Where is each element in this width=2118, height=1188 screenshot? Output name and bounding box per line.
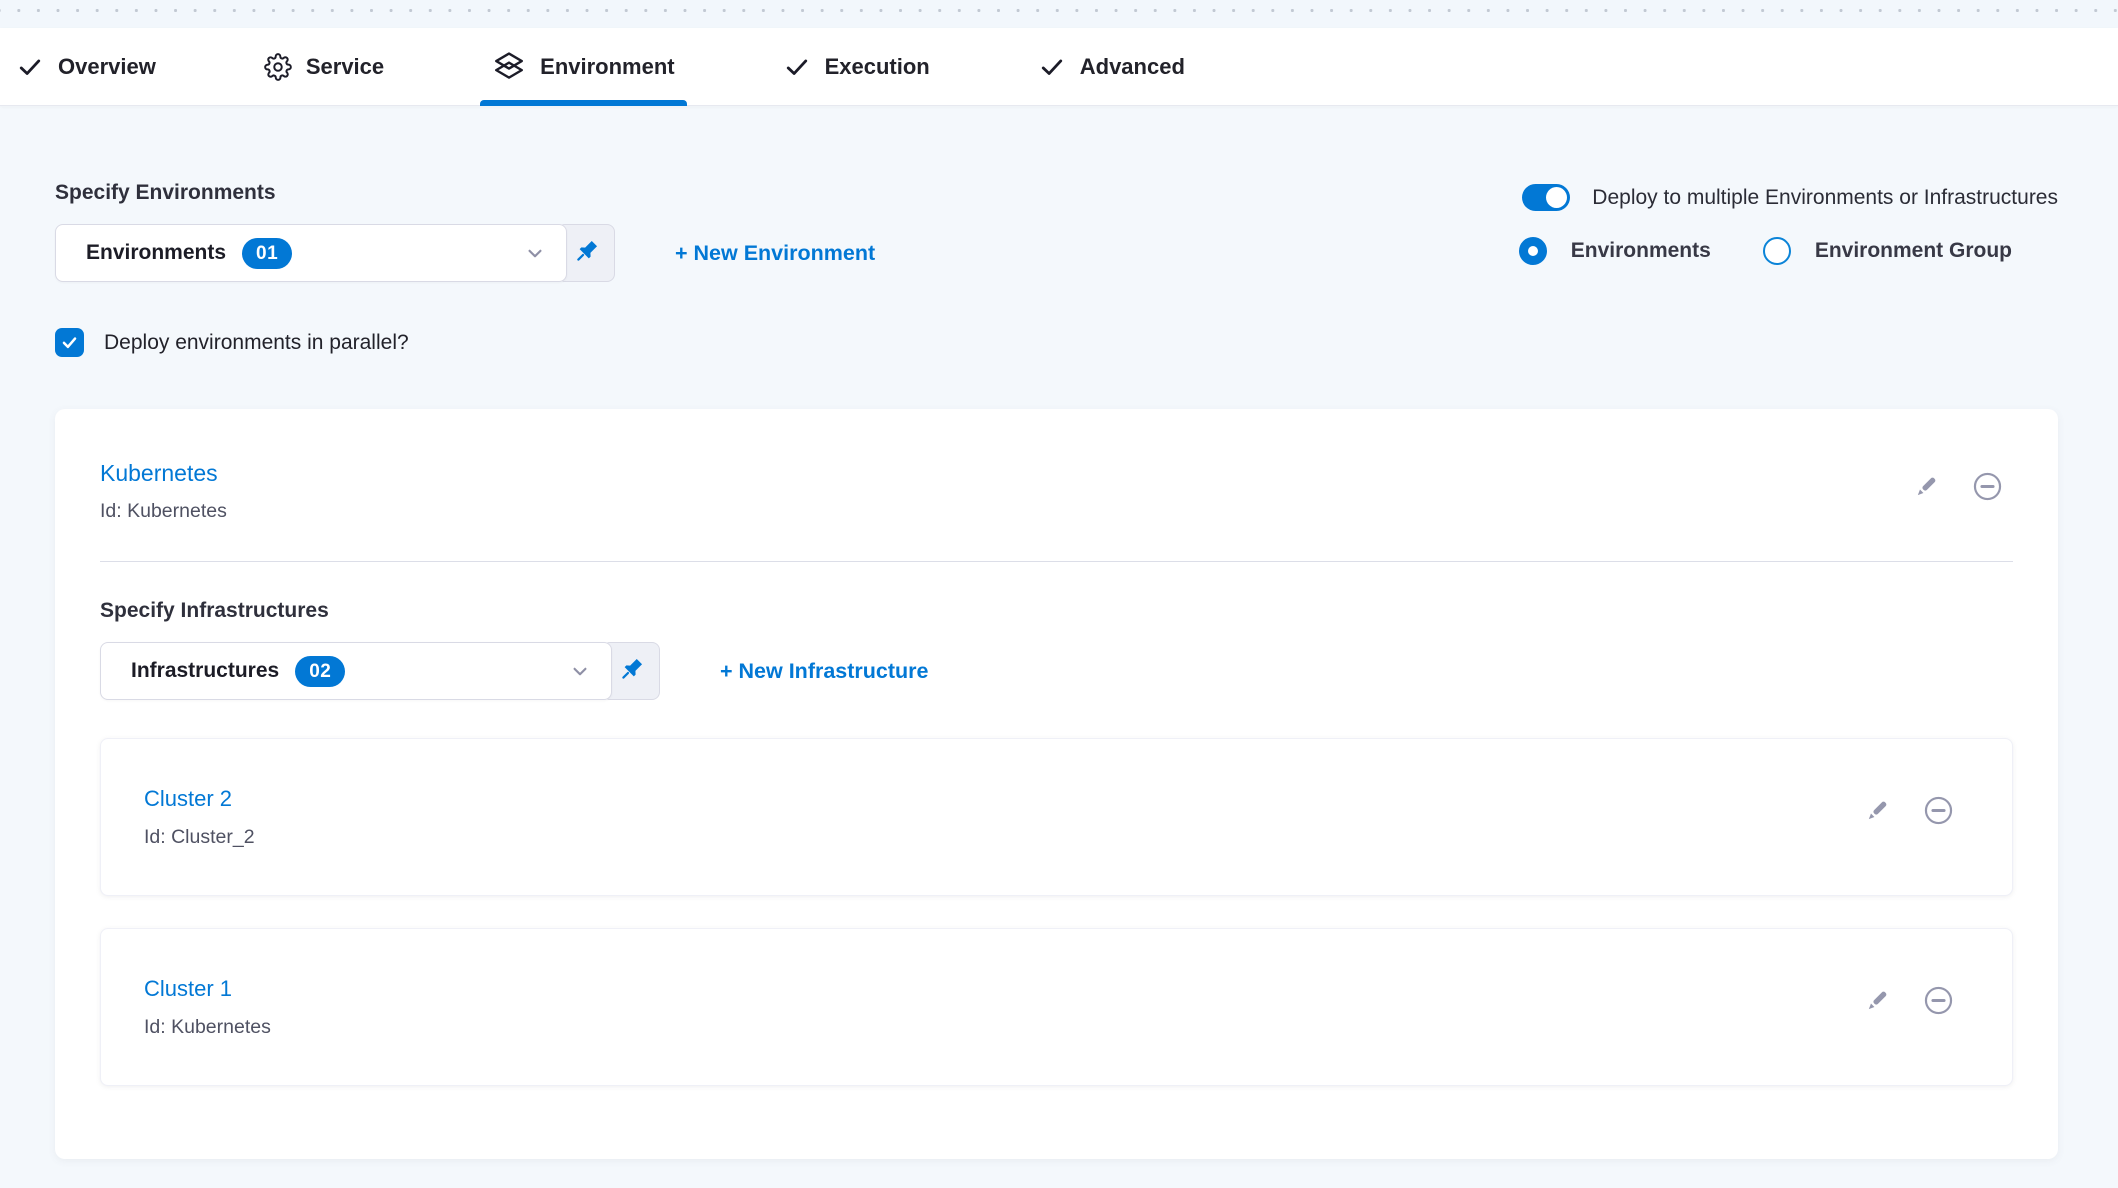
check-icon bbox=[16, 53, 44, 81]
minus-circle-icon bbox=[1921, 793, 1956, 831]
tab-label: Execution bbox=[825, 54, 930, 80]
infrastructures-select-label: Infrastructures bbox=[131, 659, 279, 683]
pencil-icon bbox=[1912, 473, 1940, 504]
specify-environments-block: Specify Environments Environments 01 bbox=[55, 180, 875, 282]
toggle-knob bbox=[1546, 187, 1567, 208]
tab-environment[interactable]: Environment bbox=[482, 28, 684, 105]
tab-execution[interactable]: Execution bbox=[773, 28, 940, 105]
infrastructures-select[interactable]: Infrastructures 02 bbox=[100, 642, 612, 700]
chevron-down-icon bbox=[522, 240, 548, 266]
stage-tab-bar: Overview Service Environment Execution bbox=[0, 28, 2118, 106]
infrastructure-actions bbox=[1863, 983, 1956, 1021]
card-divider bbox=[100, 561, 2013, 562]
environment-header: Kubernetes Id: Kubernetes bbox=[100, 459, 2013, 523]
infrastructure-id: Id: Kubernetes bbox=[144, 1016, 271, 1039]
specify-environments-heading: Specify Environments bbox=[55, 180, 875, 206]
environment-actions bbox=[1912, 469, 2005, 507]
environments-count-badge: 01 bbox=[242, 238, 292, 269]
minus-circle-icon bbox=[1970, 469, 2005, 507]
tab-overview[interactable]: Overview bbox=[6, 28, 166, 105]
check-icon bbox=[783, 53, 811, 81]
minus-circle-icon bbox=[1921, 983, 1956, 1021]
tab-advanced[interactable]: Advanced bbox=[1028, 28, 1195, 105]
environments-select[interactable]: Environments 01 bbox=[55, 224, 567, 282]
infrastructure-card: Cluster 2 Id: Cluster_2 bbox=[100, 738, 2013, 896]
edit-infrastructure-button[interactable] bbox=[1863, 987, 1891, 1018]
infrastructures-count-badge: 02 bbox=[295, 656, 345, 687]
radio-environments-label: Environments bbox=[1571, 239, 1711, 263]
gear-icon bbox=[264, 53, 292, 81]
pin-icon bbox=[571, 237, 601, 270]
environment-identity: Kubernetes Id: Kubernetes bbox=[100, 459, 227, 523]
tab-service[interactable]: Service bbox=[254, 28, 394, 105]
deploy-parallel-checkbox[interactable] bbox=[55, 328, 84, 357]
radio-environments[interactable]: Environments bbox=[1519, 237, 1711, 265]
pin-icon bbox=[616, 655, 646, 688]
pencil-icon bbox=[1863, 987, 1891, 1018]
environment-layers-icon bbox=[492, 50, 526, 84]
infrastructure-id: Id: Cluster_2 bbox=[144, 826, 255, 849]
pipeline-canvas-strip bbox=[0, 0, 2118, 28]
environment-name-link[interactable]: Kubernetes bbox=[100, 459, 227, 487]
radio-environment-group[interactable]: Environment Group bbox=[1763, 237, 2012, 265]
infrastructure-identity: Cluster 1 Id: Kubernetes bbox=[144, 975, 271, 1039]
deploy-parallel-label: Deploy environments in parallel? bbox=[104, 331, 409, 355]
infrastructure-card: Cluster 1 Id: Kubernetes bbox=[100, 928, 2013, 1086]
tab-label: Environment bbox=[540, 54, 674, 80]
tab-label: Advanced bbox=[1080, 54, 1185, 80]
multi-environment-toggle[interactable] bbox=[1522, 184, 1570, 211]
new-infrastructure-button[interactable]: + New Infrastructure bbox=[720, 659, 929, 684]
multi-environment-toggle-row: Deploy to multiple Environments or Infra… bbox=[1522, 184, 2058, 211]
infrastructure-identity: Cluster 2 Id: Cluster_2 bbox=[144, 785, 255, 849]
environment-type-radio-group: Environments Environment Group bbox=[1519, 237, 2012, 265]
check-icon bbox=[1038, 53, 1066, 81]
infrastructure-name-link[interactable]: Cluster 1 bbox=[144, 975, 271, 1003]
tab-label: Service bbox=[306, 54, 384, 80]
environment-card: Kubernetes Id: Kubernetes bbox=[55, 409, 2058, 1159]
remove-environment-button[interactable] bbox=[1970, 469, 2005, 507]
tab-label: Overview bbox=[58, 54, 156, 80]
edit-infrastructure-button[interactable] bbox=[1863, 797, 1891, 828]
deploy-parallel-row: Deploy environments in parallel? bbox=[55, 328, 2058, 357]
chevron-down-icon bbox=[567, 658, 593, 684]
remove-infrastructure-button[interactable] bbox=[1921, 793, 1956, 831]
radio-unselected-icon bbox=[1763, 237, 1791, 265]
new-environment-button[interactable]: + New Environment bbox=[675, 241, 875, 266]
specify-infrastructures-heading: Specify Infrastructures bbox=[100, 598, 2013, 624]
environment-tab-content: Specify Environments Environments 01 bbox=[0, 180, 2118, 1159]
pencil-icon bbox=[1863, 797, 1891, 828]
edit-environment-button[interactable] bbox=[1912, 473, 1940, 504]
environment-id: Id: Kubernetes bbox=[100, 500, 227, 523]
multi-environment-toggle-label: Deploy to multiple Environments or Infra… bbox=[1592, 186, 2058, 210]
radio-selected-icon bbox=[1519, 237, 1547, 265]
remove-infrastructure-button[interactable] bbox=[1921, 983, 1956, 1021]
infrastructure-name-link[interactable]: Cluster 2 bbox=[144, 785, 255, 813]
radio-environment-group-label: Environment Group bbox=[1815, 239, 2012, 263]
deploy-options-block: Deploy to multiple Environments or Infra… bbox=[1519, 184, 2058, 265]
infrastructure-actions bbox=[1863, 793, 1956, 831]
environments-select-label: Environments bbox=[86, 241, 226, 265]
